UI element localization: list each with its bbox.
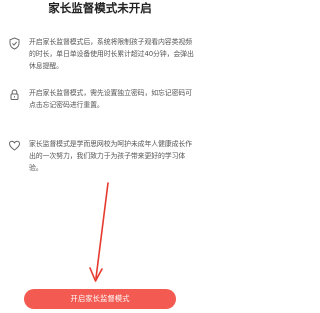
feature-item-time-limit: 开启家长监督模式后，系统将限制孩子观看内容类视频的时长，单日单设备使用时长累计超… <box>8 36 194 76</box>
lock-icon <box>8 88 21 101</box>
enable-parental-mode-button[interactable]: 开启家长监督模式 <box>24 289 176 309</box>
shield-check-icon <box>8 37 21 50</box>
feature-text: 开启家长监督模式后，系统将限制孩子观看内容类视频的时长，单日单设备使用时长累计超… <box>29 38 194 70</box>
feature-item-password: 开启家长监督模式，需先设置独立密码，如忘记密码可点击忘记密码进行重置。 <box>8 87 194 127</box>
feature-item-care: 家长监督模式是学而思网校为呵护未成年人健康成长作出的一次努力，我们致力于为孩子带… <box>8 138 194 178</box>
feature-text: 家长监督模式是学而思网校为呵护未成年人健康成长作出的一次努力，我们致力于为孩子带… <box>29 140 192 172</box>
feature-text: 开启家长监督模式，需先设置独立密码，如忘记密码可点击忘记密码进行重置。 <box>29 89 192 109</box>
parental-mode-screen: 家长监督模式未开启 开启家长监督模式后，系统将限制孩子观看内容类视频的时长，单日… <box>0 0 200 313</box>
page-title: 家长监督模式未开启 <box>48 1 152 15</box>
heart-icon <box>8 139 21 152</box>
